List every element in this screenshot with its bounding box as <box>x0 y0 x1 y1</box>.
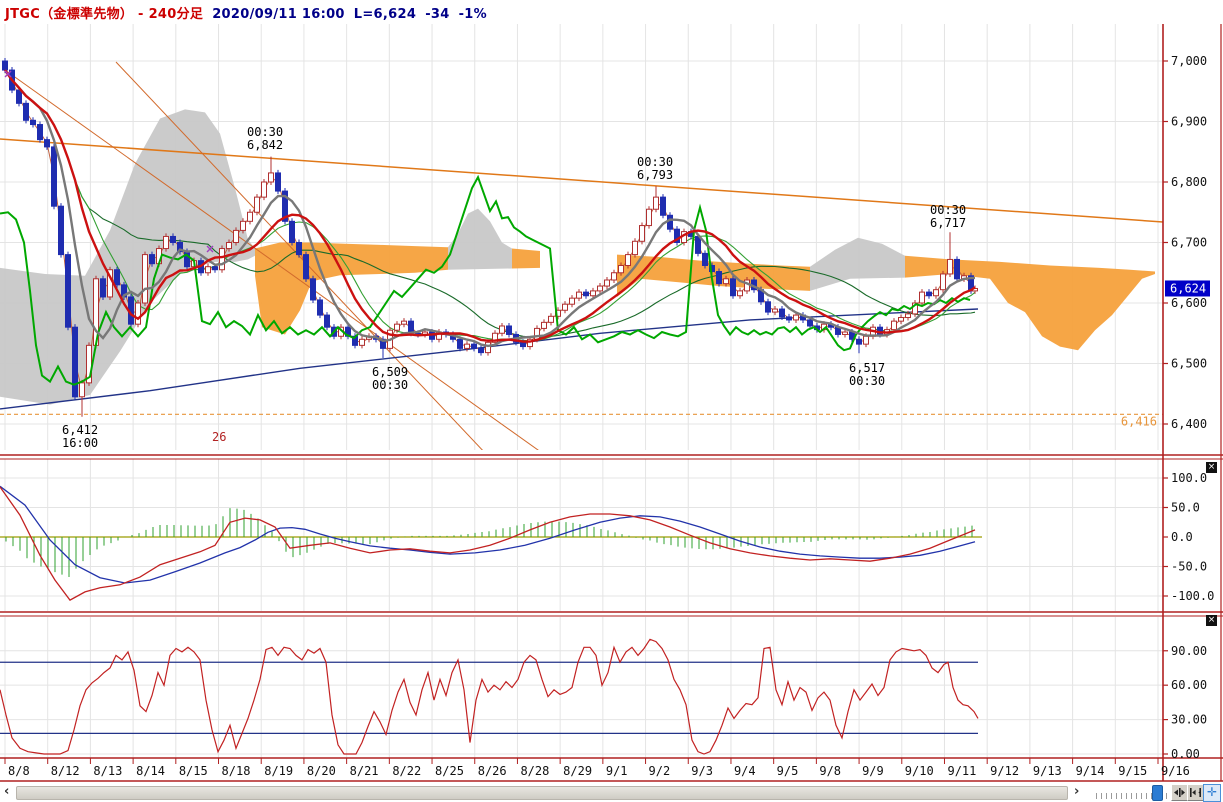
oscillator-axis: 100.0 50.0 0.0 -50.0 -100.0 <box>1163 471 1214 603</box>
svg-text:9/9: 9/9 <box>862 764 884 778</box>
svg-text:00:30: 00:30 <box>247 125 283 139</box>
svg-text:6,600: 6,600 <box>1171 296 1207 310</box>
date-axis: 8/8 8/12 8/13 8/14 8/15 8/18 8/19 8/20 8/21 8/22 8… <box>5 758 1190 778</box>
bar-zoom-out-icon <box>1190 787 1201 798</box>
svg-text:6,700: 6,700 <box>1171 236 1207 250</box>
svg-text:-50.0: -50.0 <box>1171 560 1207 574</box>
svg-text:6,842: 6,842 <box>247 138 283 152</box>
svg-text:50.0: 50.0 <box>1171 501 1200 515</box>
svg-text:9/15: 9/15 <box>1118 764 1147 778</box>
svg-text:8/26: 8/26 <box>478 764 507 778</box>
svg-text:8/29: 8/29 <box>563 764 592 778</box>
oscillator-panel <box>0 486 982 600</box>
svg-text:9/4: 9/4 <box>734 764 756 778</box>
svg-text:9/12: 9/12 <box>990 764 1019 778</box>
chart-canvas: 7,000 6,900 6,800 6,700 6,600 6,500 6,400 6,624… <box>0 0 1223 784</box>
svg-text:8/21: 8/21 <box>350 764 379 778</box>
bar-zoom-in-icon <box>1174 787 1185 798</box>
scroll-right-arrow[interactable]: › <box>1074 784 1079 799</box>
stochastic-line <box>0 639 978 754</box>
svg-text:6,793: 6,793 <box>637 168 673 182</box>
svg-text:6,416: 6,416 <box>1121 414 1157 428</box>
svg-text:9/11: 9/11 <box>947 764 976 778</box>
svg-text:00:30: 00:30 <box>637 155 673 169</box>
svg-text:6,624: 6,624 <box>1170 281 1206 295</box>
svg-text:9/3: 9/3 <box>691 764 713 778</box>
scrollbar: ‹ › ✛ <box>0 784 1223 801</box>
svg-text:90.00: 90.00 <box>1171 644 1207 658</box>
svg-text:0.0: 0.0 <box>1171 530 1193 544</box>
svg-text:9/2: 9/2 <box>649 764 671 778</box>
svg-text:16:00: 16:00 <box>62 436 98 450</box>
scrollbar-track[interactable] <box>16 786 1068 800</box>
svg-text:8/19: 8/19 <box>264 764 293 778</box>
scroll-left-arrow[interactable]: ‹ <box>4 784 9 799</box>
svg-text:9/16: 9/16 <box>1161 764 1190 778</box>
svg-text:8/20: 8/20 <box>307 764 336 778</box>
svg-text:100.0: 100.0 <box>1171 471 1207 485</box>
svg-text:6,900: 6,900 <box>1171 115 1207 129</box>
svg-text:7,000: 7,000 <box>1171 54 1207 68</box>
svg-text:00:30: 00:30 <box>372 378 408 392</box>
svg-text:8/22: 8/22 <box>392 764 421 778</box>
svg-text:6,400: 6,400 <box>1171 417 1207 431</box>
current-price-badge: 6,624 <box>1165 280 1210 296</box>
svg-text:9/10: 9/10 <box>905 764 934 778</box>
svg-text:9/13: 9/13 <box>1033 764 1062 778</box>
zoom-slider-thumb[interactable] <box>1152 785 1163 801</box>
svg-text:30.00: 30.00 <box>1171 713 1207 727</box>
svg-text:8/14: 8/14 <box>136 764 165 778</box>
svg-text:8/18: 8/18 <box>222 764 251 778</box>
svg-text:9/14: 9/14 <box>1076 764 1105 778</box>
svg-text:8/15: 8/15 <box>179 764 208 778</box>
svg-text:6,412: 6,412 <box>62 423 98 437</box>
svg-text:00:30: 00:30 <box>930 203 966 217</box>
svg-text:8/12: 8/12 <box>51 764 80 778</box>
pan-move-button[interactable]: ✛ <box>1203 784 1221 802</box>
bar-zoom-out-button[interactable] <box>1187 784 1204 801</box>
svg-text:8/8: 8/8 <box>8 764 30 778</box>
svg-text:0.00: 0.00 <box>1171 747 1200 761</box>
svg-text:60.00: 60.00 <box>1171 678 1207 692</box>
svg-text:9/8: 9/8 <box>819 764 841 778</box>
svg-text:6,509: 6,509 <box>372 365 408 379</box>
svg-text:8/25: 8/25 <box>435 764 464 778</box>
stochastic-panel-close-button[interactable]: × <box>1206 615 1217 626</box>
macd-line <box>0 487 975 600</box>
svg-text:8/28: 8/28 <box>520 764 549 778</box>
stochastic-panel <box>0 639 978 754</box>
stochastic-axis: 90.00 60.00 30.00 0.00 <box>1163 644 1207 761</box>
svg-text:6,800: 6,800 <box>1171 175 1207 189</box>
oscillator-panel-close-button[interactable]: × <box>1206 462 1217 473</box>
svg-text:6,517: 6,517 <box>849 361 885 375</box>
svg-text:26: 26 <box>212 430 226 444</box>
svg-text:9/1: 9/1 <box>606 764 628 778</box>
bar-zoom-in-button[interactable] <box>1171 784 1188 801</box>
chart-application-window: JTGC（金標準先物） - 240分足2020/09/11 16:00L=6,6… <box>0 0 1223 802</box>
svg-text:6,717: 6,717 <box>930 216 966 230</box>
svg-text:8/13: 8/13 <box>93 764 122 778</box>
svg-text:9/5: 9/5 <box>777 764 799 778</box>
svg-text:-100.0: -100.0 <box>1171 589 1214 603</box>
svg-text:6,500: 6,500 <box>1171 357 1207 371</box>
price-axis: 7,000 6,900 6,800 6,700 6,600 6,500 6,400 <box>1163 54 1207 431</box>
svg-text:00:30: 00:30 <box>849 374 885 388</box>
